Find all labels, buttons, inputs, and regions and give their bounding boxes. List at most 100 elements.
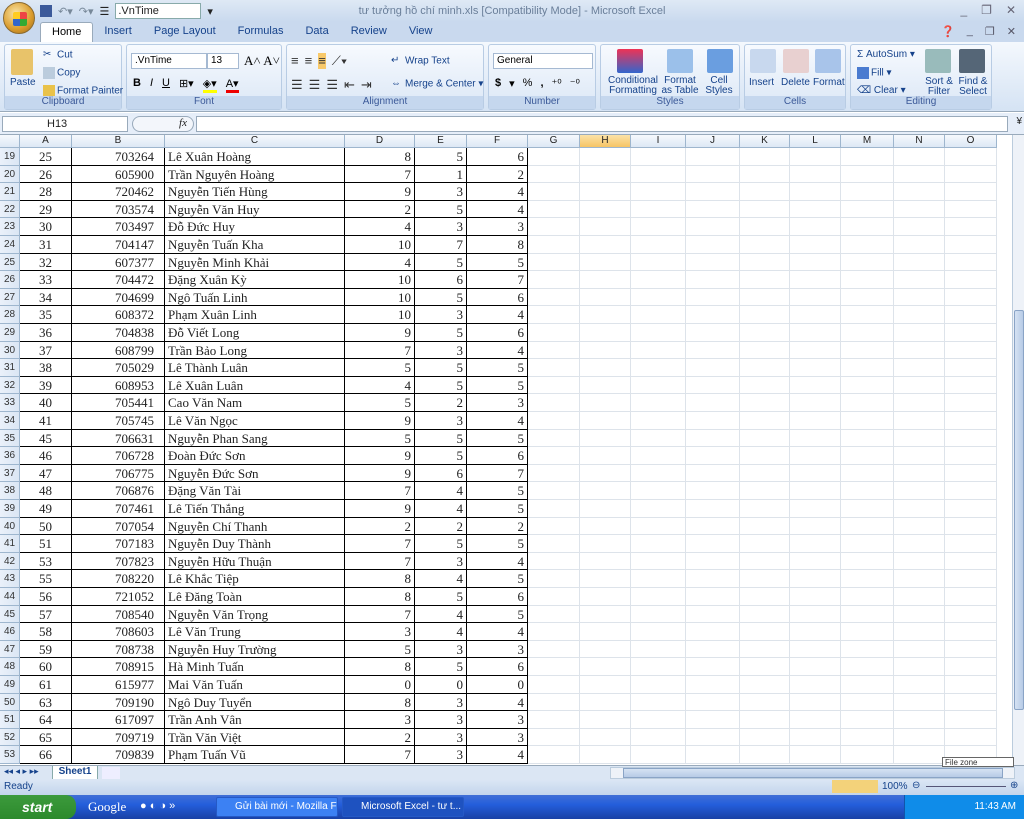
cell-I42[interactable] <box>631 552 686 571</box>
cell-J48[interactable] <box>686 658 740 676</box>
cell-G19[interactable] <box>528 148 580 166</box>
sheet-tab-sheet1[interactable]: Sheet1 <box>52 766 98 780</box>
cell-A23[interactable]: 30 <box>20 218 72 236</box>
expand-formula-bar-icon[interactable]: ¥ <box>1016 116 1022 127</box>
column-header-N[interactable]: N <box>894 135 945 148</box>
cell-F41[interactable]: 5 <box>467 535 528 553</box>
cell-J49[interactable] <box>686 676 740 694</box>
cell-A38[interactable]: 48 <box>20 482 72 500</box>
cell-K43[interactable] <box>740 570 790 588</box>
cell-E25[interactable]: 5 <box>415 253 467 272</box>
cell-I40[interactable] <box>631 517 686 536</box>
cell-O35[interactable] <box>945 429 997 448</box>
cell-E30[interactable]: 3 <box>415 341 467 360</box>
cell-O36[interactable] <box>945 447 997 465</box>
row-header[interactable]: 44 <box>0 588 20 606</box>
cell-D22[interactable]: 2 <box>345 200 415 219</box>
row-header[interactable]: 49 <box>0 676 20 694</box>
cell-F53[interactable]: 4 <box>467 746 528 764</box>
cell-G27[interactable] <box>528 288 580 307</box>
cell-J22[interactable] <box>686 200 740 219</box>
cell-D36[interactable]: 9 <box>345 447 415 465</box>
cell-E24[interactable]: 7 <box>415 236 467 254</box>
cell-N26[interactable] <box>894 271 945 289</box>
column-header-H[interactable]: H <box>580 135 631 148</box>
cell-N34[interactable] <box>894 412 945 430</box>
row-header[interactable]: 53 <box>0 746 20 764</box>
cell-M39[interactable] <box>841 500 894 518</box>
cell-N46[interactable] <box>894 623 945 641</box>
cell-E44[interactable]: 5 <box>415 588 467 606</box>
cell-D26[interactable]: 10 <box>345 271 415 289</box>
cell-I52[interactable] <box>631 728 686 747</box>
taskbar-item-firefox[interactable]: Gửi bài mới - Mozilla Fi... <box>216 797 338 817</box>
cell-N40[interactable] <box>894 517 945 536</box>
column-header-C[interactable]: C <box>165 135 345 148</box>
cell-I38[interactable] <box>631 482 686 500</box>
cell-D39[interactable]: 9 <box>345 500 415 518</box>
cell-K47[interactable] <box>740 640 790 659</box>
cell-D24[interactable]: 10 <box>345 236 415 254</box>
cell-J40[interactable] <box>686 517 740 536</box>
cell-A28[interactable]: 35 <box>20 306 72 324</box>
column-header-J[interactable]: J <box>686 135 740 148</box>
cell-K20[interactable] <box>740 165 790 184</box>
cell-E23[interactable]: 3 <box>415 218 467 236</box>
row-header[interactable]: 35 <box>0 429 20 448</box>
cell-O22[interactable] <box>945 200 997 219</box>
cell-F34[interactable]: 4 <box>467 412 528 430</box>
cell-I50[interactable] <box>631 693 686 712</box>
cell-H24[interactable] <box>580 236 631 254</box>
cell-E36[interactable]: 5 <box>415 447 467 465</box>
cell-G31[interactable] <box>528 359 580 377</box>
cell-M38[interactable] <box>841 482 894 500</box>
cell-B31[interactable]: 705029 <box>72 359 165 377</box>
underline-button[interactable]: U <box>162 77 170 93</box>
column-header-K[interactable]: K <box>740 135 790 148</box>
cell-J21[interactable] <box>686 183 740 201</box>
cell-D33[interactable]: 5 <box>345 394 415 412</box>
cell-A40[interactable]: 50 <box>20 517 72 536</box>
cell-M31[interactable] <box>841 359 894 377</box>
cell-I53[interactable] <box>631 746 686 764</box>
cell-H35[interactable] <box>580 429 631 448</box>
cell-J47[interactable] <box>686 640 740 659</box>
cell-A47[interactable]: 59 <box>20 640 72 659</box>
cell-K33[interactable] <box>740 394 790 412</box>
cell-J23[interactable] <box>686 218 740 236</box>
cell-K38[interactable] <box>740 482 790 500</box>
cell-A41[interactable]: 51 <box>20 535 72 553</box>
cell-L46[interactable] <box>790 623 841 641</box>
cell-M40[interactable] <box>841 517 894 536</box>
cell-E37[interactable]: 6 <box>415 464 467 483</box>
column-header-B[interactable]: B <box>72 135 165 148</box>
cell-N48[interactable] <box>894 658 945 676</box>
cell-B29[interactable]: 704838 <box>72 324 165 342</box>
cell-O39[interactable] <box>945 500 997 518</box>
cell-A34[interactable]: 41 <box>20 412 72 430</box>
cell-A31[interactable]: 38 <box>20 359 72 377</box>
cell-B37[interactable]: 706775 <box>72 464 165 483</box>
cell-K42[interactable] <box>740 552 790 571</box>
cell-G52[interactable] <box>528 728 580 747</box>
cell-H42[interactable] <box>580 552 631 571</box>
cell-B33[interactable]: 705441 <box>72 394 165 412</box>
cell-N37[interactable] <box>894 464 945 483</box>
cell-N52[interactable] <box>894 728 945 747</box>
cell-C36[interactable]: Đoàn Đức Sơn <box>165 447 345 465</box>
row-header[interactable]: 25 <box>0 253 20 272</box>
cell-G47[interactable] <box>528 640 580 659</box>
tab-formulas[interactable]: Formulas <box>227 22 295 42</box>
cell-L33[interactable] <box>790 394 841 412</box>
taskbar-item-excel[interactable]: Microsoft Excel - tư t... <box>342 797 464 817</box>
cell-N38[interactable] <box>894 482 945 500</box>
cell-D21[interactable]: 9 <box>345 183 415 201</box>
cell-C35[interactable]: Nguyễn Phan Sang <box>165 429 345 448</box>
cell-F51[interactable]: 3 <box>467 711 528 729</box>
cell-D35[interactable]: 5 <box>345 429 415 448</box>
cell-N51[interactable] <box>894 711 945 729</box>
cell-C34[interactable]: Lê Văn Ngọc <box>165 412 345 430</box>
cell-F36[interactable]: 6 <box>467 447 528 465</box>
cell-A32[interactable]: 39 <box>20 376 72 395</box>
cell-N32[interactable] <box>894 376 945 395</box>
